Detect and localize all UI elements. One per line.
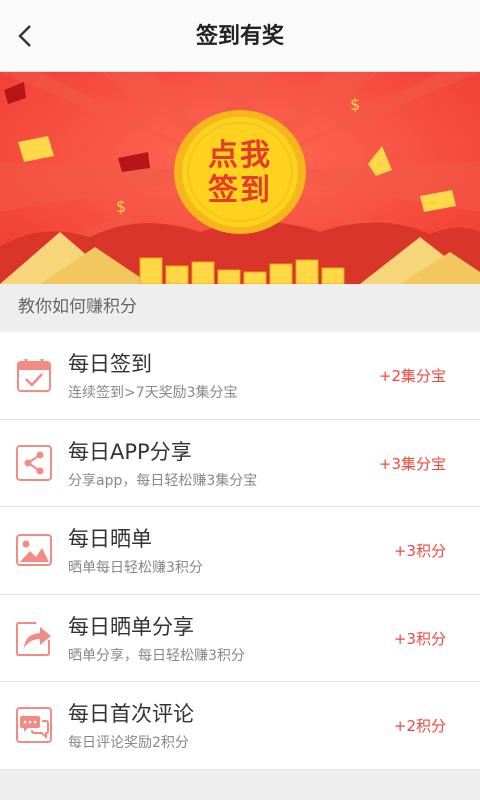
task-item-post-share[interactable]: 每日晒单分享 晒单分享，每日轻松赚3积分 +3积分	[0, 595, 480, 682]
page-title: 签到有奖	[195, 24, 284, 49]
task-item-daily-post[interactable]: 每日晒单 晒单每日轻松赚3积分 +3积分	[0, 507, 480, 595]
task-reward: +3积分	[393, 629, 446, 648]
task-name: 每日签到	[68, 352, 152, 376]
task-desc: 每日评论奖励2积分	[68, 735, 189, 751]
sign-in-button-text[interactable]: 点我 签到	[172, 138, 308, 208]
task-name: 每日晒单	[68, 527, 152, 551]
task-item-daily-signin[interactable]: 每日签到 连续签到>7天奖励3集分宝 +2集分宝	[0, 332, 480, 420]
comment-icon	[16, 707, 52, 743]
task-desc: 晒单分享，每日轻松赚3积分	[68, 647, 245, 664]
task-item-first-comment[interactable]: 每日首次评论 每日评论奖励2积分 +2积分	[0, 682, 480, 770]
task-item-app-share[interactable]: 每日APP分享 分享app，每日轻松赚3集分宝 +3集分宝	[0, 420, 480, 507]
sign-in-line2: 签到	[208, 173, 272, 208]
share-icon	[16, 444, 52, 481]
sign-in-line1: 点我	[208, 138, 272, 173]
svg-text:$: $	[116, 197, 126, 216]
calendar-check-icon	[17, 359, 51, 392]
forward-arrow-icon	[16, 621, 51, 656]
task-desc: 晒单每日轻松赚3积分	[68, 560, 203, 576]
task-name: 每日首次评论	[68, 702, 194, 726]
task-reward: +2积分	[393, 717, 446, 735]
task-list: 每日签到 连续签到>7天奖励3集分宝 +2集分宝 每日APP分享 分享app，每…	[0, 332, 480, 770]
top-bar: 签到有奖	[0, 0, 480, 72]
task-desc: 连续签到>7天奖励3集分宝	[68, 385, 238, 401]
svg-text:$: $	[350, 95, 360, 114]
task-reward: +3集分宝	[378, 454, 446, 473]
section-title: 教你如何赚积分	[0, 284, 480, 332]
task-name: 每日晒单分享	[68, 614, 194, 639]
bottom-spacer	[0, 770, 480, 800]
task-name: 每日APP分享	[68, 439, 192, 464]
task-reward: +2集分宝	[378, 367, 446, 385]
task-desc: 分享app，每日轻松赚3集分宝	[68, 472, 258, 489]
task-reward: +3积分	[393, 542, 446, 560]
image-icon	[16, 534, 52, 566]
